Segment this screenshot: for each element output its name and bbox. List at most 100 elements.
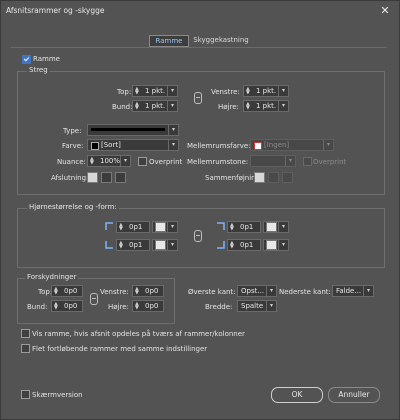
show-frame-split-label: Vis ramme, hvis afsnit opdeles på tværs … <box>32 330 245 338</box>
chevron-down-icon[interactable]: ▾ <box>167 240 177 250</box>
corner-br-shape-select[interactable]: ▾ <box>263 239 289 251</box>
projecting-cap-icon[interactable] <box>115 172 126 183</box>
bottom-left-corner-icon <box>105 241 113 249</box>
stroke-right-field[interactable]: ▲ ▼ 1 pkt. ▾ <box>243 100 289 112</box>
gap-color-label: Mellemrumsfarve: <box>187 142 251 150</box>
stroke-left-field[interactable]: ▲ ▼ 1 pkt. ▾ <box>243 85 289 97</box>
tab-ramme[interactable]: Ramme <box>149 35 189 47</box>
butt-cap-icon[interactable] <box>87 172 98 183</box>
stepper-arrows-icon: ▲ ▼ <box>230 222 234 232</box>
chain-link-icon[interactable] <box>90 293 98 305</box>
frame-checkbox[interactable] <box>22 55 31 64</box>
chevron-down-icon[interactable]: ▾ <box>167 101 177 111</box>
width-select[interactable]: Spalte ▾ <box>237 300 277 312</box>
offset-right-field[interactable]: ▲ ▼ 0p0 <box>132 300 164 312</box>
corner-tr-shape-select[interactable]: ▾ <box>263 221 289 233</box>
offset-left-label: Venstre: <box>100 288 129 296</box>
offsets-legend: Forskydninger <box>25 273 79 281</box>
stroke-top-label: Top: <box>117 88 132 96</box>
tint-label: Nuance: <box>57 158 86 166</box>
offset-bottom-field[interactable]: ▲ ▼ 0p0 <box>51 300 83 312</box>
chevron-down-icon[interactable]: ▾ <box>278 222 288 232</box>
bottom-right-corner-icon <box>217 241 225 249</box>
cap-label: Afslutning: <box>51 174 89 182</box>
merge-frames-label: Flet fortløbende rammer med samme indsti… <box>32 345 208 353</box>
corner-tr-size-field[interactable]: ▲ ▼ 0p1 <box>227 221 261 233</box>
stepper-arrows-icon: ▲ ▼ <box>119 222 123 232</box>
top-edge-label: Øverste kant: <box>188 288 236 296</box>
stroke-top-field[interactable]: ▲ ▼ 1 pkt. ▾ <box>132 85 178 97</box>
chevron-down-icon[interactable]: ▾ <box>120 156 130 166</box>
show-frame-split-checkbox[interactable] <box>21 329 30 338</box>
offset-top-field[interactable]: ▲ ▼ 0p0 <box>51 285 83 297</box>
title-bar: Afsnitsrammer og -skygge ✕ <box>1 1 399 23</box>
solid-line-preview <box>91 128 165 131</box>
width-label: Bredde: <box>205 303 233 311</box>
stepper-arrows-icon: ▲ ▼ <box>230 240 234 250</box>
frame-checkbox-label: Ramme <box>33 55 60 63</box>
gap-tint-label: Mellemrumstone: <box>187 158 249 166</box>
bevel-join-icon[interactable] <box>282 172 293 183</box>
corners-legend: Hjørnestørrelse og -form: <box>27 203 119 211</box>
chevron-down-icon[interactable]: ▾ <box>266 301 276 311</box>
close-button[interactable]: ✕ <box>377 4 393 18</box>
chevron-down-icon[interactable]: ▾ <box>323 140 333 150</box>
chevron-down-icon[interactable]: ▾ <box>278 240 288 250</box>
offset-left-field[interactable]: ▲ ▼ 0p0 <box>132 285 164 297</box>
stroke-color-label: Farve: <box>62 142 84 150</box>
corner-shape-preview <box>266 240 277 250</box>
stroke-color-select[interactable]: [Sort] ▾ <box>87 139 179 151</box>
chain-link-icon[interactable] <box>194 92 202 104</box>
corner-bl-shape-select[interactable]: ▾ <box>152 239 178 251</box>
stroke-legend: Streg <box>27 66 50 74</box>
stroke-type-label: Type: <box>63 127 82 135</box>
top-edge-select[interactable]: Opst... ▾ <box>237 285 277 297</box>
stepper-arrows-icon: ▲ ▼ <box>135 301 139 311</box>
stroke-left-label: Venstre: <box>211 88 240 96</box>
chevron-down-icon[interactable]: ▾ <box>278 86 288 96</box>
round-cap-icon[interactable] <box>101 172 112 183</box>
chevron-down-icon[interactable]: ▾ <box>168 140 178 150</box>
chevron-down-icon[interactable]: ▾ <box>363 286 373 296</box>
stroke-right-label: Højre: <box>218 103 239 111</box>
preview-checkbox[interactable] <box>21 390 30 399</box>
chain-link-icon[interactable] <box>194 230 202 242</box>
corner-br-size-field[interactable]: ▲ ▼ 0p1 <box>227 239 261 251</box>
gap-color-select[interactable]: [Ingen] ▾ <box>250 139 334 151</box>
corner-tl-size-field[interactable]: ▲ ▼ 0p1 <box>116 221 150 233</box>
stepper-arrows-icon: ▲ ▼ <box>246 101 250 111</box>
gap-tint-field[interactable]: ▾ <box>250 155 296 167</box>
corner-shape-preview <box>266 222 277 232</box>
merge-frames-checkbox[interactable] <box>21 344 30 353</box>
chevron-down-icon[interactable]: ▾ <box>285 156 295 166</box>
stepper-arrows-icon: ▲ ▼ <box>119 240 123 250</box>
tab-divider <box>11 47 387 48</box>
tab-skyggekastning[interactable]: Skyggekastning <box>191 35 251 45</box>
bottom-edge-label: Nederste kant: <box>279 288 331 296</box>
stepper-arrows-icon: ▲ ▼ <box>135 101 139 111</box>
miter-join-icon[interactable] <box>254 172 265 183</box>
corner-tl-shape-select[interactable]: ▾ <box>152 221 178 233</box>
color-swatch-black <box>91 142 99 150</box>
tint-field[interactable]: ▲ ▼ 100% ▾ <box>87 155 131 167</box>
overprint-checkbox[interactable] <box>138 157 147 166</box>
cancel-button[interactable]: Annuller <box>328 387 380 403</box>
stepper-arrows-icon: ▲ ▼ <box>54 286 58 296</box>
offset-right-label: Højre: <box>108 303 129 311</box>
chevron-down-icon[interactable]: ▾ <box>168 125 178 135</box>
chevron-down-icon[interactable]: ▾ <box>266 286 276 296</box>
window-title: Afsnitsrammer og -skygge <box>6 6 105 15</box>
corner-bl-size-field[interactable]: ▲ ▼ 0p1 <box>116 239 150 251</box>
none-swatch-icon <box>254 142 262 150</box>
chevron-down-icon[interactable]: ▾ <box>167 222 177 232</box>
stepper-arrows-icon: ▲ ▼ <box>135 86 139 96</box>
gap-overprint-checkbox[interactable] <box>303 157 312 166</box>
chevron-down-icon[interactable]: ▾ <box>278 101 288 111</box>
ok-button[interactable]: OK <box>271 387 323 403</box>
corner-shape-preview <box>155 222 166 232</box>
chevron-down-icon[interactable]: ▾ <box>167 86 177 96</box>
bottom-edge-select[interactable]: Falde... ▾ <box>332 285 374 297</box>
stroke-bottom-field[interactable]: ▲ ▼ 1 pkt. ▾ <box>132 100 178 112</box>
stroke-type-select[interactable]: ▾ <box>87 124 179 136</box>
round-join-icon[interactable] <box>268 172 279 183</box>
